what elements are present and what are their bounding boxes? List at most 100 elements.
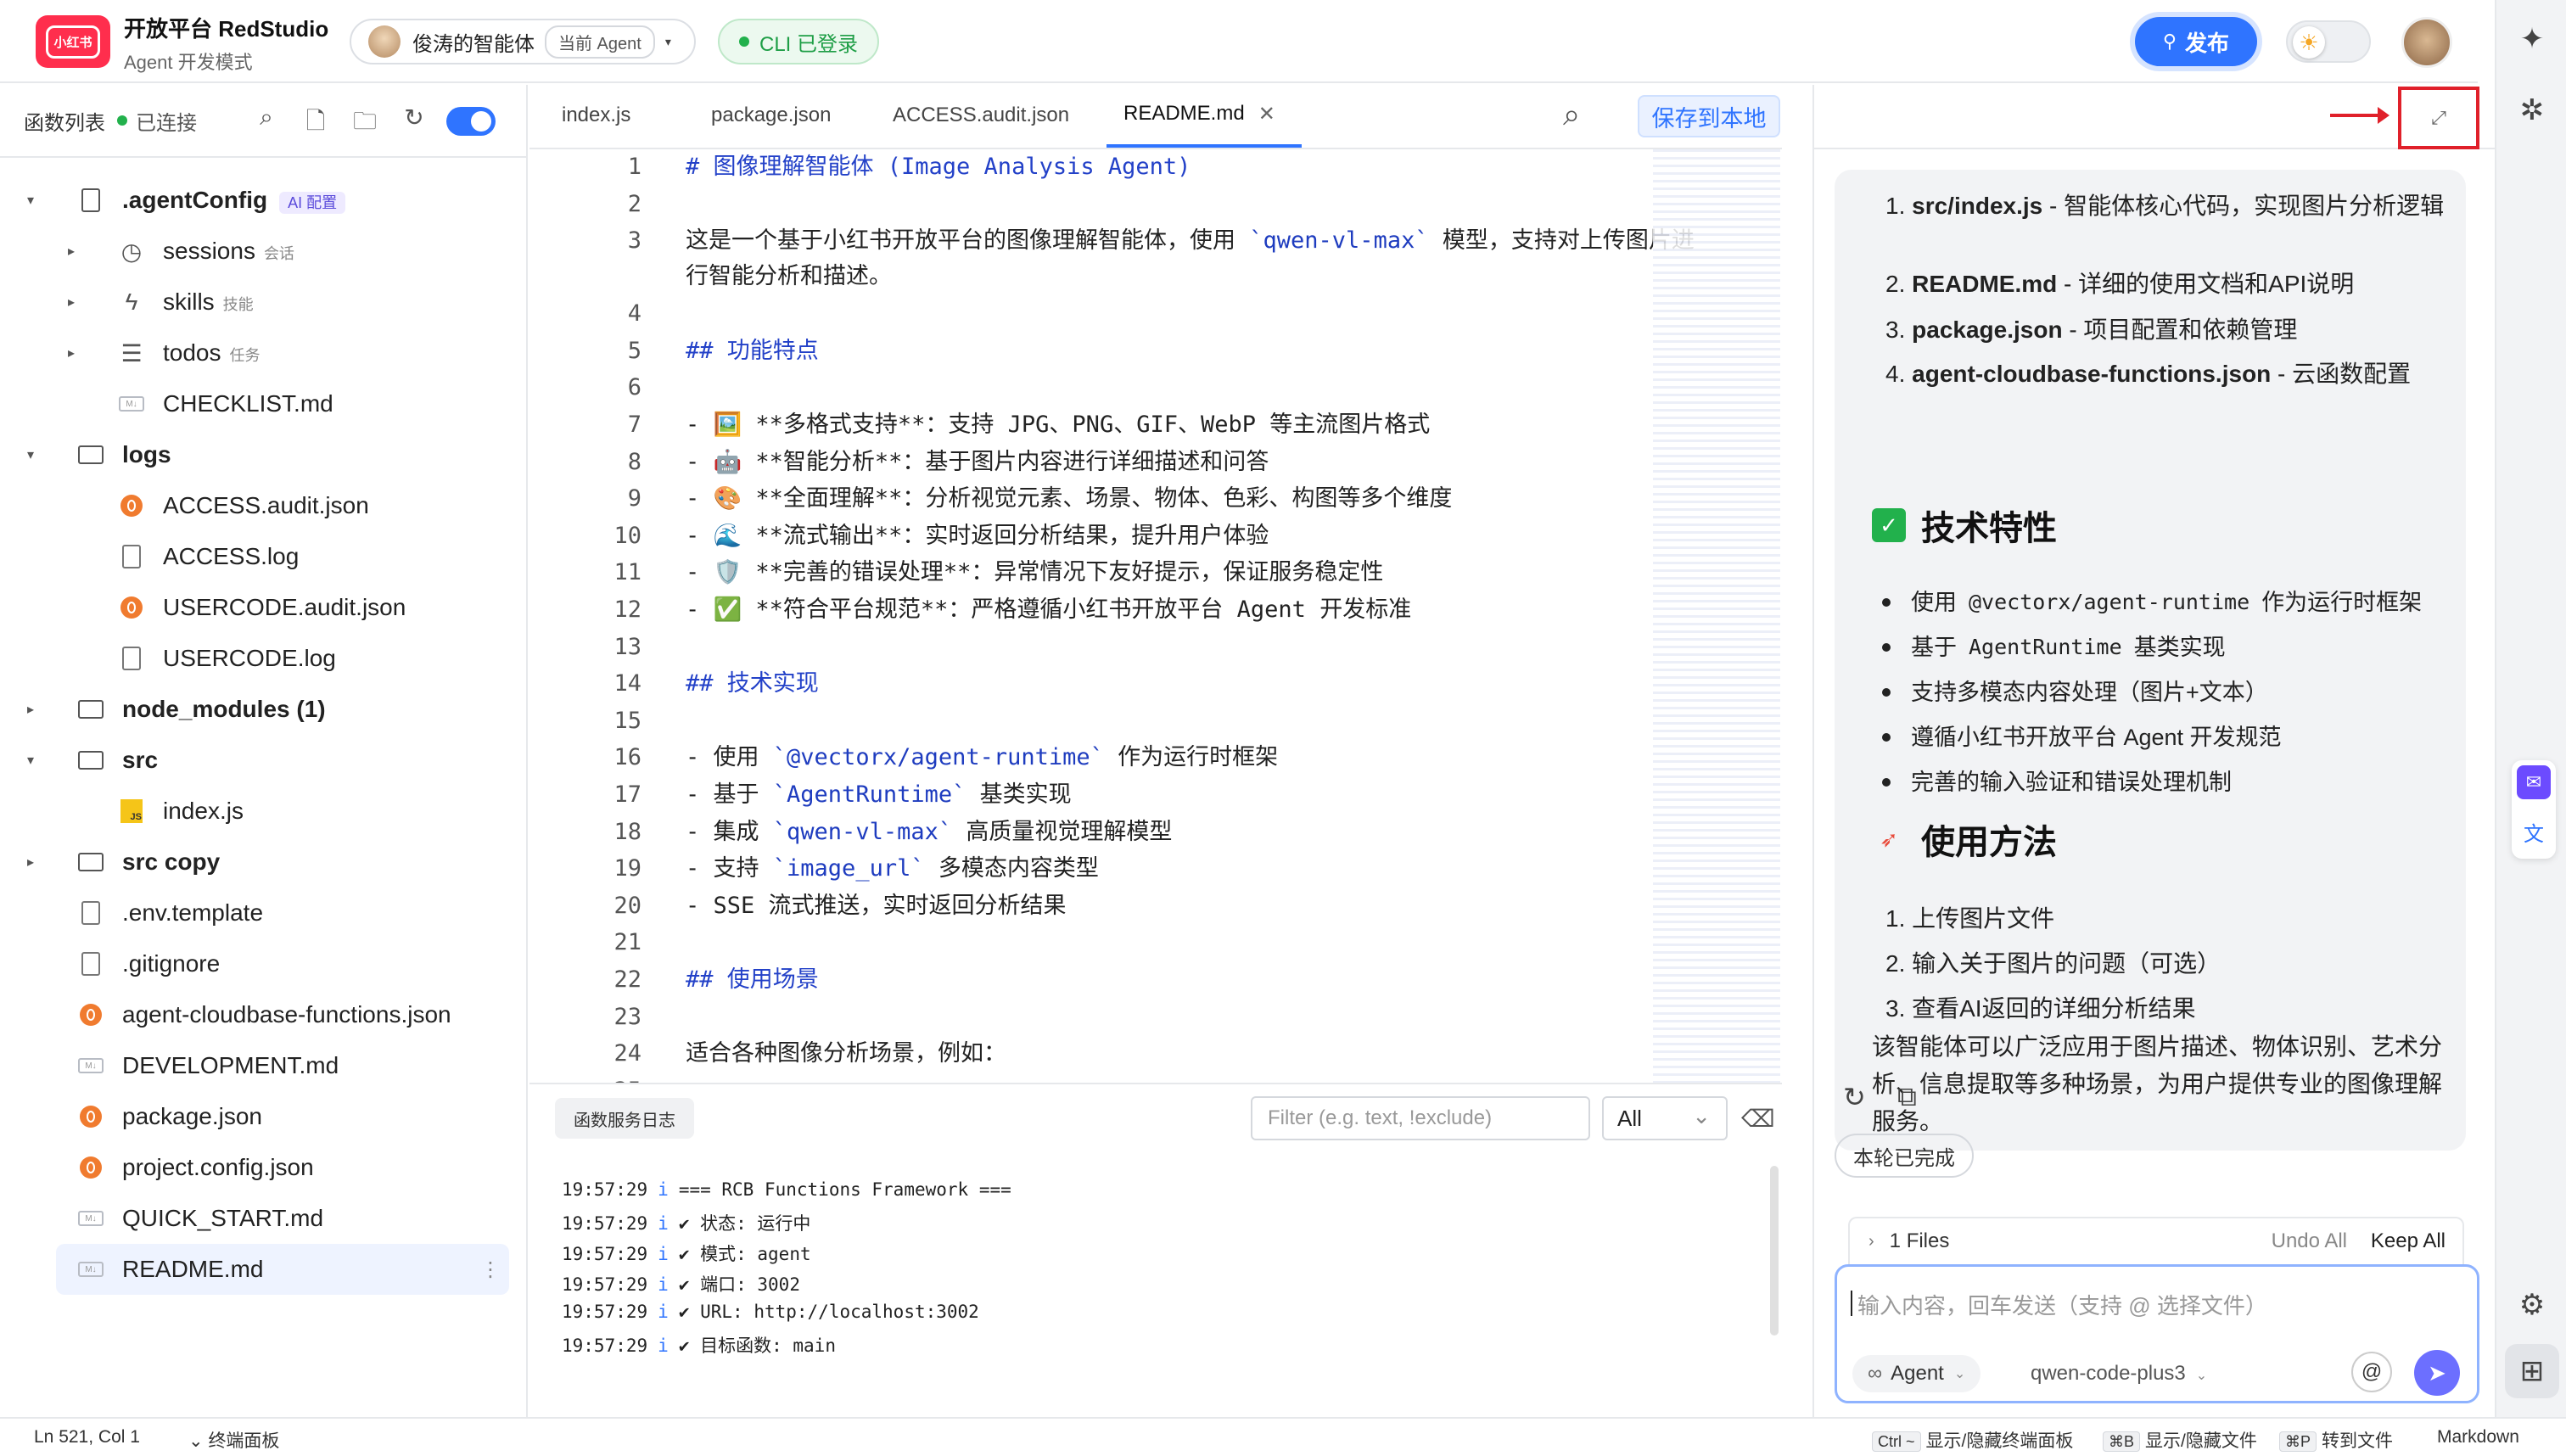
tree-file[interactable]: USERCODE.audit.json [0,582,528,633]
tree-folder[interactable]: ▾ src [0,735,528,786]
list-item: 遵循小红书开放平台 Agent 开发规范 [1882,720,2282,754]
copy-icon[interactable]: ⧉ [1897,1081,1917,1113]
chat-input[interactable]: 输入内容，回车发送（支持 @ 选择文件） ∞ Agent ⌄ qwen-code… [1835,1264,2479,1403]
tree-folder[interactable]: ▾ logs [0,429,528,480]
translate-icon[interactable]: 文 [2517,815,2551,848]
check-icon: ✓ [1872,508,1906,542]
search-icon[interactable]: ⌕ [1563,97,1580,133]
tree-folder[interactable]: ▸ src copy [0,837,528,888]
chevron-right-icon[interactable]: ▸ [68,344,75,361]
model-selector[interactable]: qwen-code-plus3 ⌄ [2031,1362,2207,1386]
top-header: 小红书 开放平台 RedStudio Agent 开发模式 俊涛的智能体 当前 … [0,0,2478,83]
chevron-right-icon[interactable]: ▸ [68,294,75,311]
search-icon[interactable]: ⌕ [251,104,282,144]
cli-status-badge[interactable]: CLI 已登录 [718,19,879,64]
code-line: 24 适合各种图像分析场景，例如： [529,1036,1717,1073]
refresh-icon[interactable]: ↻ [399,104,429,144]
new-file-icon[interactable]: 🗋 [300,104,331,144]
list-item: 3. package.json - 项目配置和依赖管理 [1885,311,2446,350]
apps-grid-icon[interactable]: ⊞ [2505,1344,2559,1398]
tree-file[interactable]: ACCESS.log [0,531,528,582]
agent-selector[interactable]: 俊涛的智能体 当前 Agent ▾ [350,19,696,64]
tree-file[interactable]: USERCODE.log [0,633,528,684]
terminal-toggle[interactable]: ⌄ 终端面板 [188,1427,279,1453]
tree-file[interactable]: JS index.js [0,786,528,837]
tree-folder[interactable]: ▸ ☰ todos 任务 [0,328,528,378]
tab-package-json[interactable]: package.json [679,83,860,148]
line-text: - 🤖 **智能分析**：基于图片内容进行详细描述和问答 [686,448,1269,475]
code-line: 2 [529,187,1717,224]
tab-access-audit-json[interactable]: ACCESS.audit.json [860,83,1107,148]
chevron-right-icon[interactable]: ▸ [27,854,34,871]
publish-button[interactable]: ⚲ 发布 [2135,17,2257,66]
item-text: 基类实现 [2133,635,2226,660]
chevron-right-icon[interactable]: ▸ [68,243,75,260]
tree-file[interactable]: M↓ QUICK_START.md [0,1193,528,1244]
chevron-down-icon: ⌄ [188,1431,209,1451]
file-icon [78,900,104,926]
tree-folder[interactable]: ▸ ◷ sessions 会话 [0,226,528,277]
tree-file[interactable]: agent-cloudbase-functions.json [0,989,528,1040]
tree-file[interactable]: package.json [0,1091,528,1142]
tree-folder[interactable]: ▾ .agentConfig AI 配置 [0,175,528,226]
send-button[interactable]: ➤ [2414,1350,2460,1396]
line-text: ## 技术实现 [686,670,819,697]
tree-item-tag: 会话 [263,245,294,262]
tree-file[interactable]: project.config.json [0,1142,528,1193]
theme-toggle[interactable]: ☀ [2286,20,2371,63]
clear-log-icon[interactable]: ⌫ [1741,1105,1775,1133]
log-time: 19:57:29 [562,1336,648,1356]
sidebar-toolbar: ⌕ 🗋 🗀 ↻ [251,104,429,144]
info-icon: i [658,1244,669,1264]
more-icon[interactable]: ⋮ [480,1257,501,1282]
log-tab[interactable]: 函数服务日志 [555,1098,694,1139]
new-folder-icon[interactable]: 🗀 [350,104,380,144]
code-area[interactable]: 1 # 图像理解智能体 (Image Analysis Agent) 2 3 这是一个基… [529,149,1717,1171]
list-number: 4. [1885,361,1906,387]
log-line: 19:57:29 i === RCB Functions Framework === [562,1179,1733,1210]
mode-selector[interactable]: ∞ Agent ⌄ [1852,1355,1981,1392]
regenerate-icon[interactable]: ↻ [1843,1081,1866,1113]
bug-icon[interactable]: ✲ [2505,83,2559,137]
tree-file[interactable]: M↓ CHECKLIST.md [0,378,528,429]
minimap[interactable] [1653,149,1780,1168]
chevron-down-icon[interactable]: ▾ [27,446,34,463]
tree-file[interactable]: ACCESS.audit.json [0,480,528,531]
user-avatar[interactable] [2401,17,2452,68]
undo-all-button[interactable]: Undo All [2272,1229,2347,1253]
tree-item-label: agent-cloudbase-functions.json [122,1001,451,1028]
tree-file[interactable]: M↓ README.md ⋮ [56,1244,509,1295]
tree-file[interactable]: M↓ DEVELOPMENT.md [0,1040,528,1091]
ai-chat-icon[interactable]: ✉ [2517,765,2551,799]
code-line: 17 - 基于 `AgentRuntime` 基类实现 [529,777,1717,815]
save-local-button[interactable]: 保存到本地 [1638,95,1780,137]
tree-folder[interactable]: ▸ node_modules (1) [0,684,528,735]
tree-item-tag: 任务 [229,347,261,364]
tree-item-text: ACCESS.log [163,543,300,569]
chevron-right-icon[interactable]: ▸ [27,701,34,718]
tab-index-js[interactable]: index.js [529,83,679,148]
json-file-icon [78,1155,104,1180]
log-filter-input[interactable]: Filter (e.g. text, !exclude) [1251,1096,1590,1140]
expand-icon[interactable]: ⤢ [2398,87,2479,149]
mention-file-button[interactable]: @ [2351,1352,2392,1392]
clock-icon: ◷ [120,238,143,265]
chevron-right-icon[interactable]: › [1868,1232,1874,1252]
line-text: - 🌊 **流式输出**：实时返回分析结果，提升用户体验 [686,522,1269,549]
tree-folder[interactable]: ▸ ϟ skills 技能 [0,277,528,328]
log-scrollbar[interactable] [1770,1166,1779,1336]
sparkle-icon[interactable]: ✦ [2505,12,2559,66]
tree-file[interactable]: .gitignore [0,938,528,989]
tree-file[interactable]: .env.template [0,888,528,938]
close-icon[interactable]: ✕ [1258,102,1275,126]
keep-all-button[interactable]: Keep All [2371,1229,2446,1253]
chevron-down-icon[interactable]: ▾ [27,192,34,209]
sidebar-toggle[interactable] [446,107,496,136]
tab-readme-md[interactable]: README.md ✕ [1107,83,1302,148]
gear-icon[interactable]: ⚙ [2505,1278,2559,1332]
json-file-icon [119,595,144,620]
language-mode[interactable]: Markdown [2437,1427,2519,1448]
cursor-position[interactable]: Ln 521, Col 1 [34,1427,140,1448]
log-level-select[interactable]: All [1602,1096,1728,1140]
chevron-down-icon[interactable]: ▾ [27,752,34,769]
